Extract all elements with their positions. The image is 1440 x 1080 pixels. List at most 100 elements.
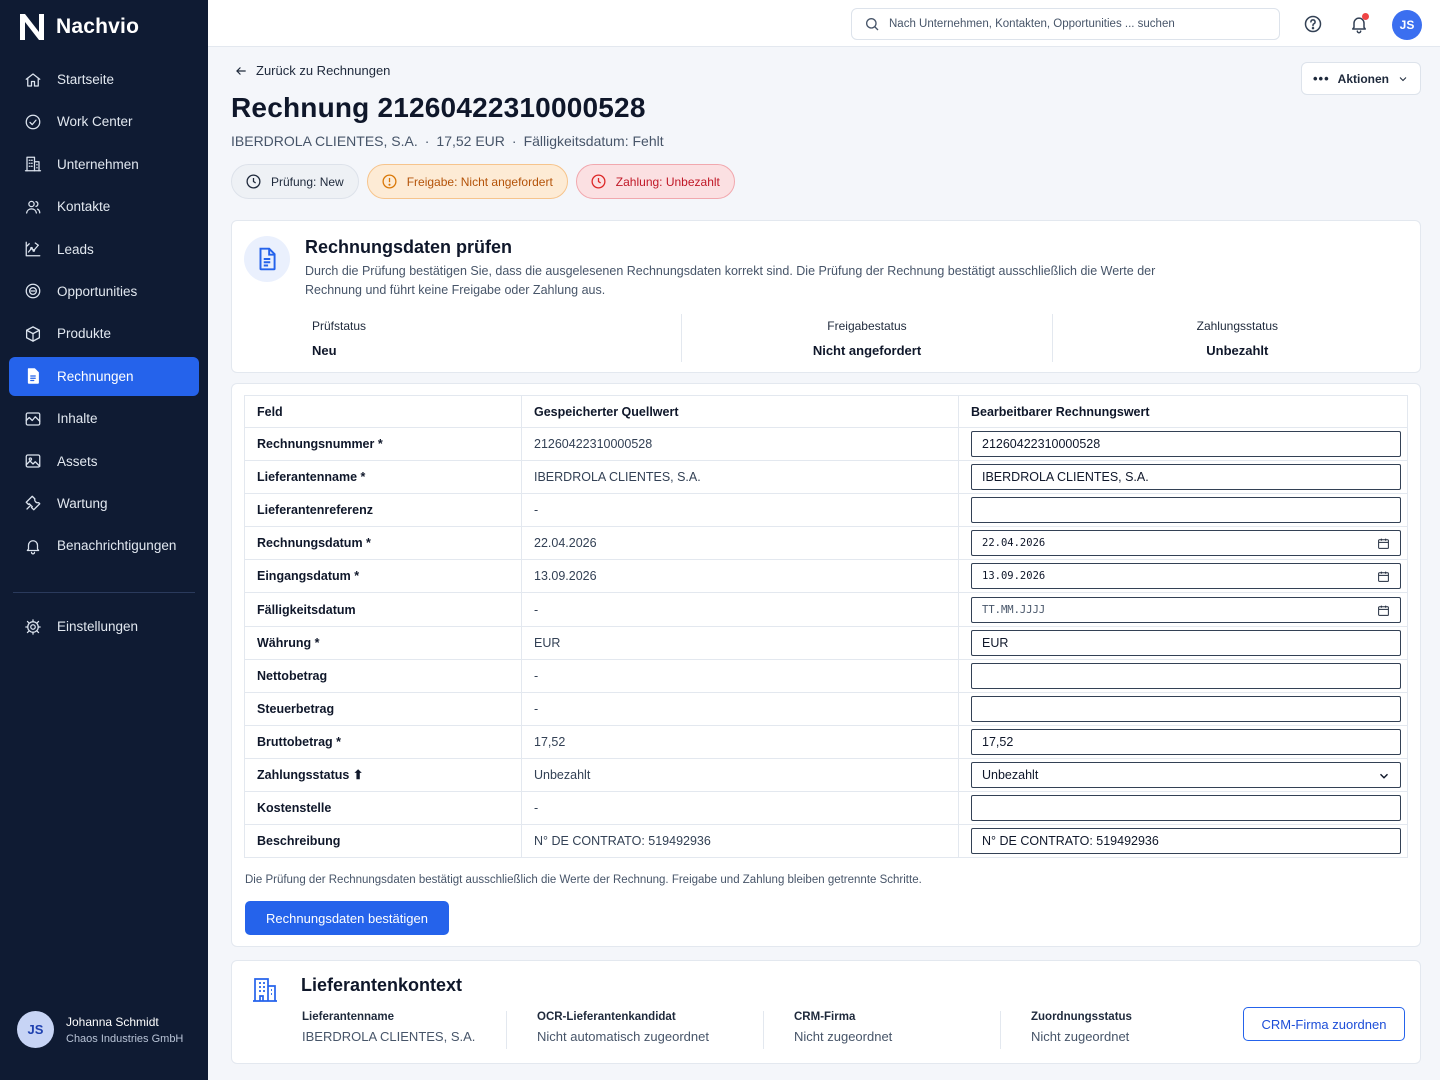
- text-input-währung[interactable]: EUR: [971, 629, 1401, 656]
- status-badge-pruefung: Prüfung: New: [231, 164, 359, 199]
- sidebar-item-inhalte[interactable]: Inhalte: [9, 399, 199, 438]
- supplier-col-status: Zuordnungsstatus Nicht zugeordnet: [1000, 1011, 1200, 1049]
- building-icon: [24, 155, 42, 173]
- sidebar-item-label: Einstellungen: [57, 619, 139, 634]
- search-box[interactable]: [851, 8, 1280, 40]
- editable-cell: TT.MM.JJJJ: [958, 592, 1408, 627]
- sidebar-item-opportunities[interactable]: Opportunities: [9, 272, 199, 311]
- brand[interactable]: Nachvio: [18, 12, 139, 42]
- editable-cell: 22.04.2026: [958, 526, 1408, 561]
- source-value: 13.09.2026: [521, 559, 959, 594]
- sidebar-item-leads[interactable]: Leads: [9, 230, 199, 269]
- supplier-label: Lieferantenname: [302, 1011, 395, 1023]
- supplier-value: Nicht automatisch zugeordnet: [537, 1029, 709, 1044]
- text-input-bruttobetrag[interactable]: 17,52: [971, 728, 1401, 755]
- users-icon: [24, 198, 42, 216]
- text-input-steuerbetrag[interactable]: [971, 695, 1401, 722]
- text-input-nettobetrag[interactable]: [971, 662, 1401, 689]
- input-value: 21260422310000528: [982, 437, 1101, 452]
- sidebar-item-einstellungen[interactable]: Einstellungen: [9, 607, 199, 646]
- input-value: 22.04.2026: [982, 537, 1046, 550]
- editable-cell: [958, 659, 1408, 693]
- table-row: Eingangsdatum * 13.09.2026 13.09.2026: [244, 559, 1408, 594]
- back-link-label: Zurück zu Rechnungen: [256, 63, 391, 78]
- table-row: Kostenstelle -: [244, 791, 1408, 826]
- actions-button[interactable]: ••• Aktionen: [1301, 62, 1421, 95]
- status-summary: Prüfstatus Neu Freigabestatus Nicht ange…: [232, 314, 1422, 362]
- target-icon: [24, 282, 42, 300]
- sidebar-item-wartung[interactable]: Wartung: [9, 484, 199, 523]
- table-row: Rechnungsdatum * 22.04.2026 22.04.2026: [244, 526, 1408, 561]
- date-input-rechnungsdatum[interactable]: 22.04.2026: [971, 530, 1401, 557]
- source-value: 22.04.2026: [521, 526, 959, 561]
- column-header-rechnungswert: Bearbeitbarer Rechnungswert: [958, 395, 1408, 428]
- table-row: Fälligkeitsdatum - TT.MM.JJJJ: [244, 592, 1408, 627]
- field-name: Lieferantenreferenz: [244, 493, 522, 528]
- sidebar-item-startseite[interactable]: Startseite: [9, 60, 199, 99]
- calendar-icon[interactable]: [1377, 604, 1390, 617]
- sidebar-item-kontakte[interactable]: Kontakte: [9, 187, 199, 226]
- supplier-value: IBERDROLA CLIENTES, S.A.: [302, 1029, 476, 1044]
- supplier-name: IBERDROLA CLIENTES, S.A.: [231, 133, 418, 149]
- search-input[interactable]: [889, 18, 1269, 30]
- confirm-invoice-data-button[interactable]: Rechnungsdaten bestätigen: [245, 901, 449, 935]
- sidebar-item-label: Assets: [57, 453, 98, 469]
- review-title: Rechnungsdaten prüfen: [305, 237, 513, 257]
- sidebar-divider: [13, 592, 195, 593]
- status-label: Freigabestatus: [827, 318, 907, 333]
- user-avatar-button[interactable]: JS: [1392, 10, 1422, 40]
- status-badge-freigabe: Freigabe: Nicht angefordert: [366, 164, 568, 199]
- content-icon: [24, 410, 42, 428]
- text-input-lieferantenname[interactable]: IBERDROLA CLIENTES, S.A.: [971, 464, 1401, 491]
- sidebar-item-work-center[interactable]: Work Center: [9, 102, 199, 141]
- status-badges: Prüfung: New Freigabe: Nicht angefordert…: [231, 164, 735, 199]
- actions-label: Aktionen: [1337, 71, 1389, 86]
- source-value: Unbezahlt: [521, 758, 959, 793]
- supplier-label: Zuordnungsstatus: [1031, 1011, 1132, 1023]
- calendar-icon[interactable]: [1377, 570, 1390, 583]
- calendar-icon[interactable]: [1377, 537, 1390, 550]
- date-input-fälligkeitsdatum[interactable]: TT.MM.JJJJ: [971, 596, 1401, 623]
- editable-cell: IBERDROLA CLIENTES, S.A.: [958, 460, 1408, 495]
- text-input-lieferantenreferenz[interactable]: [971, 497, 1401, 524]
- sidebar-item-produkte[interactable]: Produkte: [9, 314, 199, 353]
- sidebar-item-benachrichtigungen[interactable]: Benachrichtigungen: [9, 526, 199, 565]
- back-link[interactable]: Zurück zu Rechnungen: [234, 63, 390, 78]
- select-zahlungsstatus[interactable]: Unbezahlt: [971, 761, 1401, 788]
- text-input-kostenstelle[interactable]: [971, 795, 1401, 822]
- editable-cell: [958, 692, 1408, 726]
- text-input-rechnungsnummer[interactable]: 21260422310000528: [971, 431, 1401, 458]
- help-button[interactable]: [1302, 13, 1324, 35]
- chevron-down-icon: [1399, 76, 1407, 81]
- status-badge-zahlung: Zahlung: Unbezahlt: [575, 164, 735, 199]
- supplier-title: Lieferantenkontext: [301, 975, 463, 995]
- sidebar-item-label: Kontakte: [57, 199, 111, 215]
- source-value: 17,52: [521, 725, 959, 759]
- field-name: Eingangsdatum *: [244, 559, 522, 594]
- nachvio-logo-icon: [20, 14, 44, 40]
- source-value: -: [521, 493, 959, 528]
- notifications-button[interactable]: [1348, 13, 1370, 35]
- input-value: 13.09.2026: [982, 570, 1046, 583]
- sidebar-item-assets[interactable]: Assets: [9, 442, 199, 481]
- assign-crm-company-button[interactable]: CRM-Firma zuordnen: [1243, 1007, 1405, 1041]
- field-name: Fälligkeitsdatum: [244, 592, 522, 627]
- date-input-eingangsdatum[interactable]: 13.09.2026: [971, 563, 1401, 590]
- column-header-quellwert: Gespeicherter Quellwert: [521, 395, 959, 428]
- supplier-label: OCR-Lieferantenkandidat: [537, 1011, 676, 1023]
- text-input-beschreibung[interactable]: N° DE CONTRATO: 519492936: [971, 828, 1401, 855]
- supplier-context-card: Lieferantenkontext Lieferantenname IBERD…: [231, 960, 1421, 1064]
- supplier-columns: Lieferantenname IBERDROLA CLIENTES, S.A.…: [302, 1011, 1200, 1049]
- user-profile[interactable]: JS Johanna Schmidt Chaos Industries GmbH: [17, 1011, 183, 1048]
- sidebar-item-rechnungen[interactable]: Rechnungen: [9, 356, 199, 396]
- source-value: N° DE CONTRATO: 519492936: [521, 824, 959, 859]
- invoice-icon: [24, 367, 42, 385]
- source-value: -: [521, 791, 959, 826]
- sidebar-item-unternehmen[interactable]: Unternehmen: [9, 145, 199, 184]
- sidebar-item-label: Startseite: [57, 72, 115, 87]
- sidebar-item-label: Benachrichtigungen: [57, 538, 177, 554]
- status-value: Neu: [312, 342, 337, 358]
- status-value: Unbezahlt: [1206, 342, 1269, 358]
- sidebar-item-label: Rechnungen: [57, 368, 134, 384]
- editable-cell: 17,52: [958, 725, 1408, 759]
